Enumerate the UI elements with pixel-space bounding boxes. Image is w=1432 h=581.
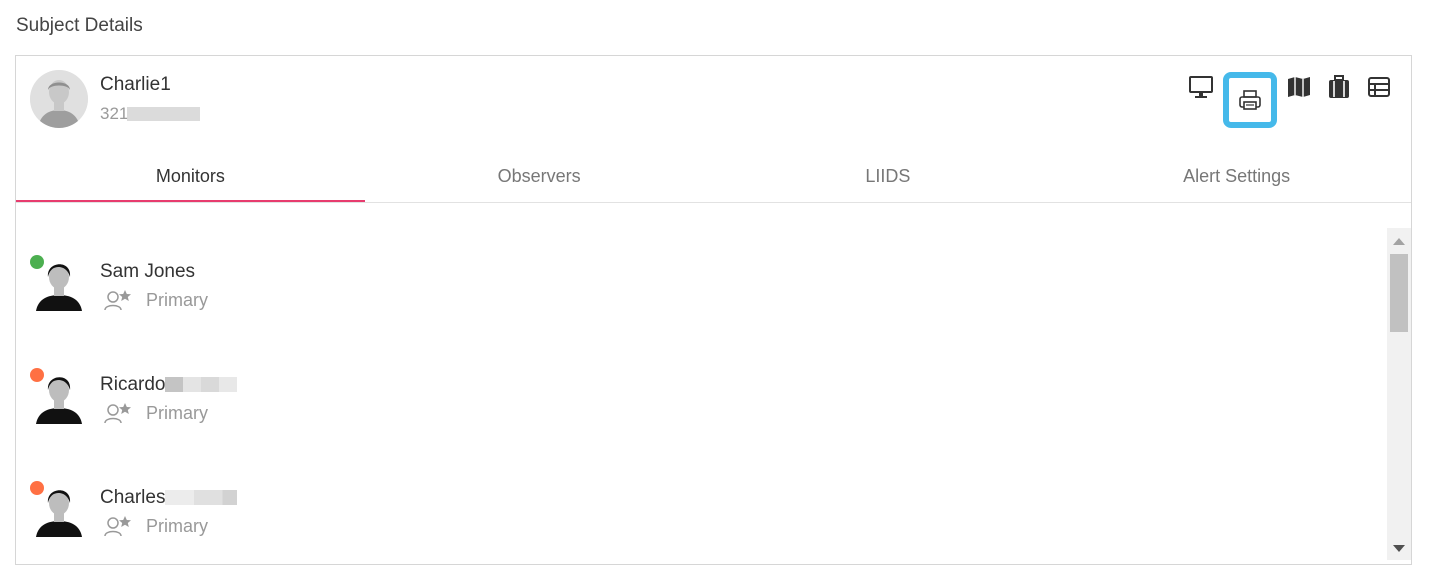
printer-icon[interactable]	[1223, 72, 1277, 128]
tab-bar: Monitors Observers LIIDS Alert Settings	[16, 152, 1411, 203]
tab-monitors[interactable]: Monitors	[16, 152, 365, 202]
monitor-icon[interactable]	[1181, 71, 1221, 103]
monitor-name: Charles	[100, 487, 238, 509]
redaction-block	[165, 377, 238, 393]
tab-liids[interactable]: LIIDS	[714, 152, 1063, 202]
role: Primary	[104, 515, 208, 537]
user-star-icon	[104, 403, 131, 424]
redaction-block	[165, 490, 238, 506]
subject-avatar	[30, 70, 88, 128]
redaction-block	[127, 107, 200, 121]
role: Primary	[104, 289, 208, 311]
user-star-icon	[104, 516, 131, 537]
scrollbar[interactable]	[1387, 228, 1411, 560]
avatar	[36, 377, 82, 424]
tab-alert-settings[interactable]: Alert Settings	[1062, 152, 1411, 202]
scroll-up-arrow-icon[interactable]	[1393, 238, 1405, 245]
subject-name: Charlie1	[100, 74, 171, 95]
table-icon[interactable]	[1359, 71, 1399, 103]
user-star-icon	[104, 290, 131, 311]
monitor-name: Sam Jones	[100, 261, 196, 282]
monitor-name: Ricardo	[100, 374, 238, 396]
scroll-down-arrow-icon[interactable]	[1393, 545, 1405, 552]
role-label: Primary	[146, 289, 208, 310]
monitor-list: Sam Jones Primary Ricardo Primary Charle…	[16, 226, 1386, 561]
subject-card: Charlie1 321 Monitors Observers LIIDS Al…	[15, 55, 1412, 565]
role-label: Primary	[146, 515, 208, 536]
list-item[interactable]: Sam Jones Primary	[16, 255, 1386, 355]
role: Primary	[104, 402, 208, 424]
avatar	[36, 264, 82, 311]
scroll-thumb[interactable]	[1390, 254, 1408, 332]
subject-id: 321	[100, 104, 129, 123]
toolbar	[1181, 71, 1399, 128]
list-item[interactable]: Ricardo Primary	[16, 368, 1386, 468]
list-item[interactable]: Charles Primary	[16, 481, 1386, 581]
role-label: Primary	[146, 402, 208, 423]
tab-observers[interactable]: Observers	[365, 152, 714, 202]
map-icon[interactable]	[1279, 71, 1319, 103]
section-title: Subject Details	[16, 15, 143, 36]
avatar	[36, 490, 82, 537]
luggage-icon[interactable]	[1319, 71, 1359, 103]
